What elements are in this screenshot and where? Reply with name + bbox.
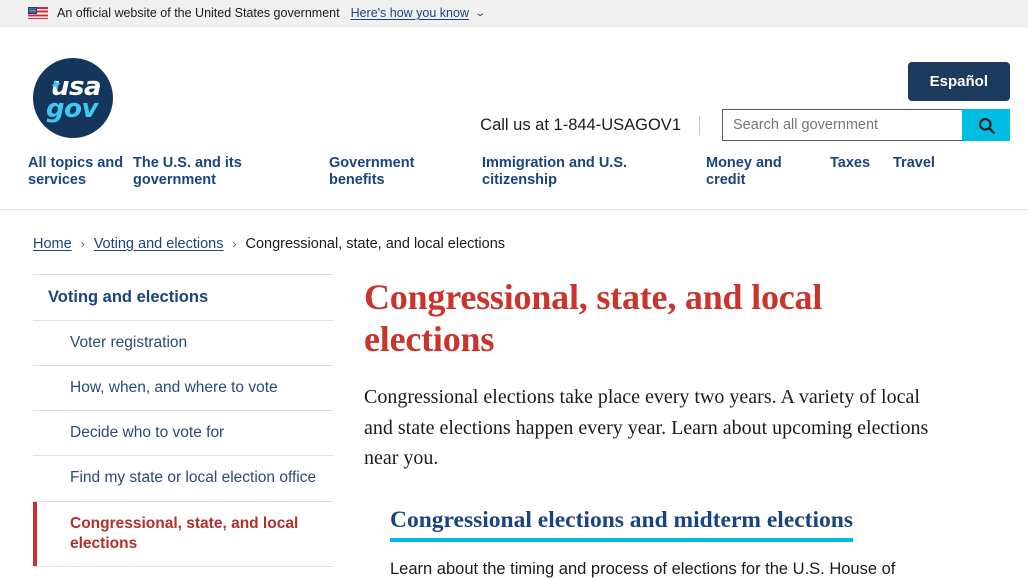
call-us-text: Call us at 1-844-USAGOV1 bbox=[480, 115, 700, 135]
sidebar-item-congressional-and-midterm-elections[interactable]: Congressional elections and midterm elec… bbox=[33, 567, 333, 578]
search-button[interactable] bbox=[962, 109, 1010, 141]
sidebar-item-how-when-where-to-vote[interactable]: How, when, and where to vote bbox=[33, 366, 333, 412]
logo-text-gov: gov bbox=[46, 94, 98, 124]
page-intro-text: Congressional elections take place every… bbox=[364, 386, 929, 469]
nav-item-line1: Money and bbox=[706, 155, 782, 171]
search-input[interactable] bbox=[722, 109, 962, 141]
nav-item-line2: citizenship bbox=[482, 171, 557, 188]
search-icon bbox=[978, 117, 995, 134]
nav-item-line1: All topics and bbox=[28, 155, 124, 171]
page-title: Congressional, state, and local election… bbox=[364, 277, 823, 360]
breadcrumb: Home › Voting and elections › Congressio… bbox=[0, 210, 1028, 252]
nav-item-travel[interactable]: Travel bbox=[893, 147, 935, 172]
page-body: Voting and elections Voter registration … bbox=[0, 252, 1028, 578]
chevron-down-icon[interactable]: ⌄ bbox=[475, 8, 486, 19]
gov-banner: An official website of the United States… bbox=[0, 0, 1028, 27]
section-body-text: Learn about the timing and process of el… bbox=[390, 560, 896, 578]
heres-how-you-know-link[interactable]: Here's how you know bbox=[351, 6, 469, 20]
breadcrumb-parent-link[interactable]: Voting and elections bbox=[94, 236, 224, 252]
gov-banner-text: An official website of the United States… bbox=[57, 6, 340, 20]
nav-item-line1: The U.S. and its bbox=[133, 155, 242, 171]
nav-item-line2: services bbox=[28, 171, 87, 188]
nav-item-immigration[interactable]: Immigration and U.S. citizenship bbox=[482, 147, 706, 189]
breadcrumb-separator: › bbox=[232, 237, 237, 251]
section-congressional-midterm: Congressional elections and midterm elec… bbox=[364, 507, 953, 578]
section-heading-link-congressional-midterm[interactable]: Congressional elections and midterm elec… bbox=[390, 507, 854, 543]
primary-navigation: All topics and services The U.S. and its… bbox=[0, 147, 1028, 210]
us-flag-icon bbox=[28, 7, 48, 19]
sidebar-header-voting-and-elections[interactable]: Voting and elections bbox=[33, 274, 333, 321]
nav-item-line2: government bbox=[133, 171, 216, 188]
nav-item-line1: Immigration and U.S. bbox=[482, 155, 628, 171]
sidebar-item-find-election-office[interactable]: Find my state or local election office bbox=[33, 456, 333, 502]
sidebar: Voting and elections Voter registration … bbox=[33, 274, 333, 578]
espanol-button[interactable]: Español bbox=[907, 62, 1010, 101]
nav-item-line1: Government bbox=[329, 155, 415, 171]
nav-item-all-topics[interactable]: All topics and services bbox=[28, 147, 133, 189]
search-form bbox=[722, 109, 1010, 141]
breadcrumb-current: Congressional, state, and local election… bbox=[245, 236, 506, 252]
nav-item-line1: Travel bbox=[893, 155, 935, 171]
usagov-logo[interactable]: ✦ usa gov bbox=[33, 58, 113, 138]
nav-item-taxes[interactable]: Taxes bbox=[830, 147, 893, 172]
nav-item-government-benefits[interactable]: Government benefits bbox=[329, 147, 482, 189]
nav-item-money-and-credit[interactable]: Money and credit bbox=[706, 147, 830, 189]
header-utility-bar: Call us at 1-844-USAGOV1 bbox=[480, 109, 1010, 141]
nav-item-line1: Taxes bbox=[830, 155, 871, 171]
sidebar-item-congressional-state-local-elections[interactable]: Congressional, state, and local election… bbox=[33, 501, 333, 567]
site-header: ✦ usa gov Español Call us at 1-844-USAGO… bbox=[0, 27, 1028, 147]
breadcrumb-separator: › bbox=[80, 237, 85, 251]
nav-item-line2: credit bbox=[706, 171, 746, 188]
nav-item-us-government[interactable]: The U.S. and its government bbox=[133, 147, 329, 189]
nav-item-line2: benefits bbox=[329, 171, 385, 188]
sidebar-item-voter-registration[interactable]: Voter registration bbox=[33, 321, 333, 367]
breadcrumb-home-link[interactable]: Home bbox=[33, 236, 72, 252]
main-content: Congressional, state, and local election… bbox=[333, 274, 993, 578]
sidebar-item-decide-who-to-vote-for[interactable]: Decide who to vote for bbox=[33, 411, 333, 457]
